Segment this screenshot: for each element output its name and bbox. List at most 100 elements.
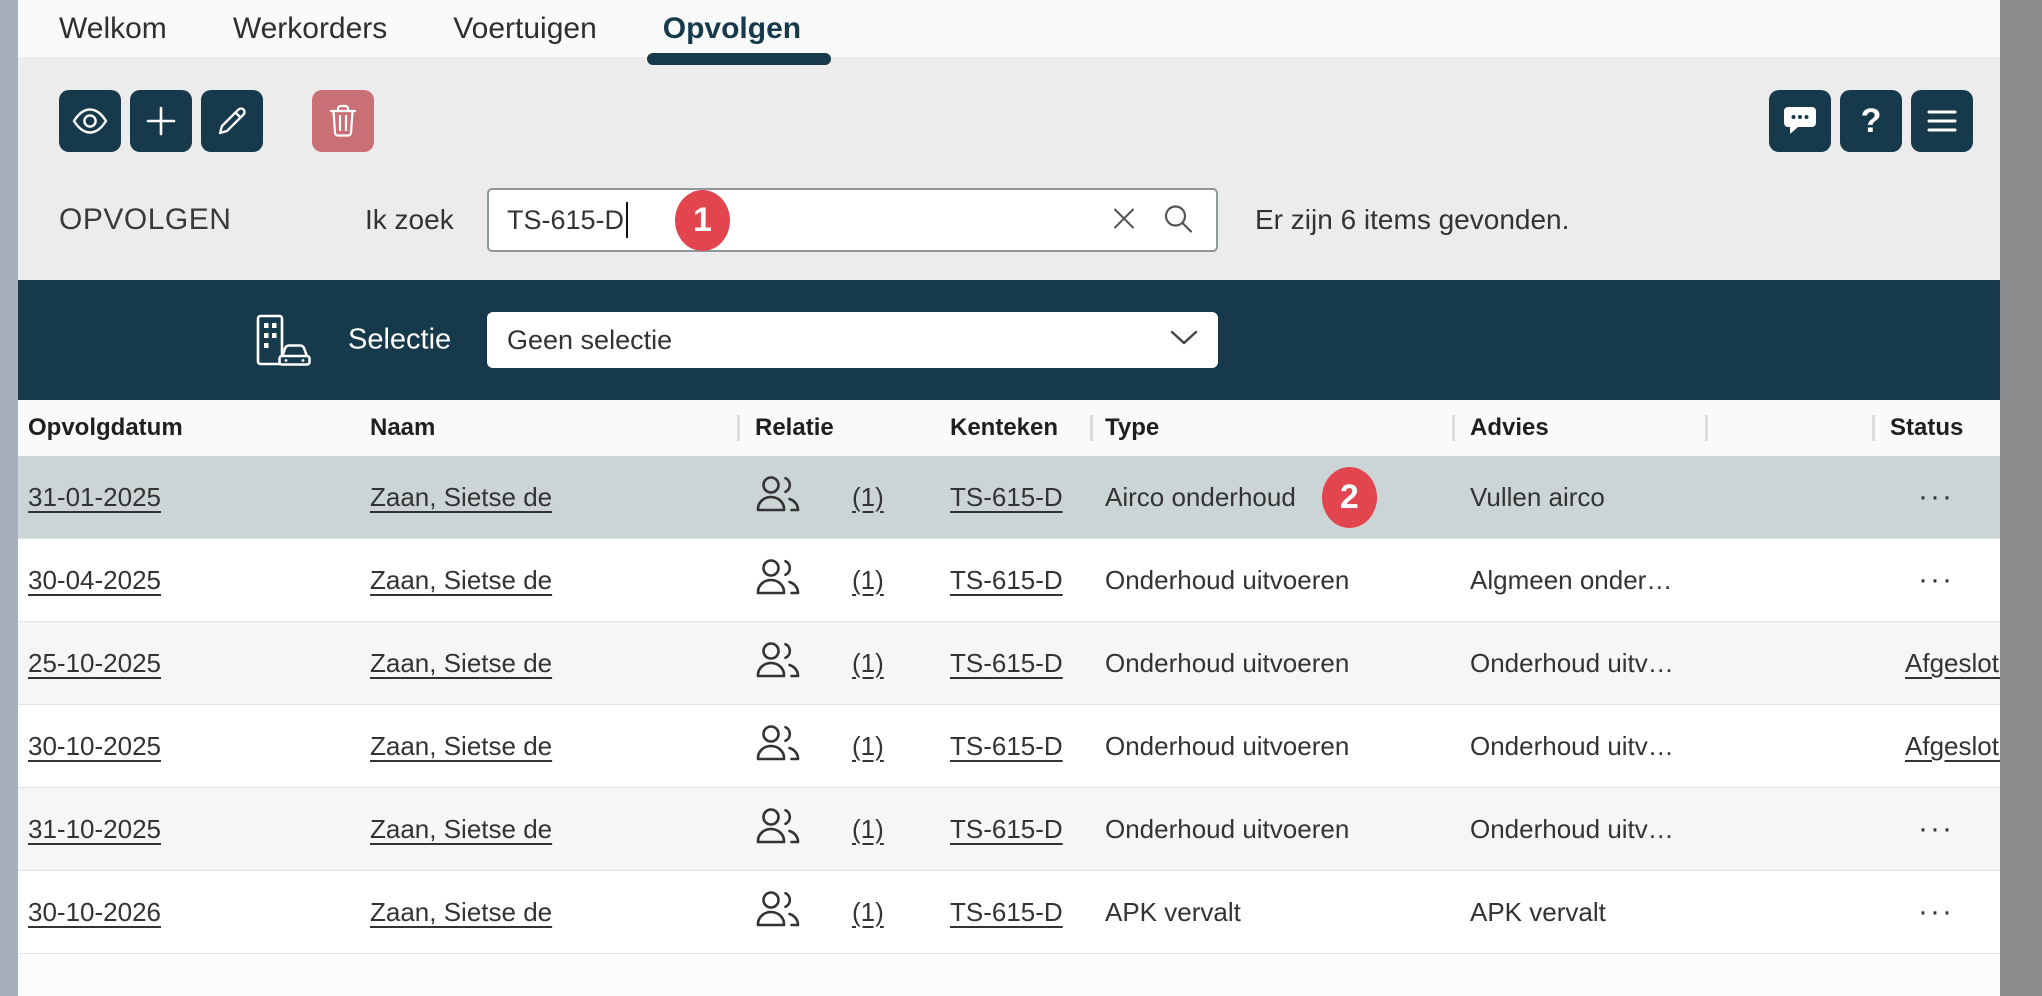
- kenteken-link[interactable]: TS-615-D: [950, 482, 1063, 513]
- window-edge-left: [0, 0, 18, 996]
- annotation-badge-1: 1: [675, 190, 730, 251]
- column-header-naam[interactable]: Naam: [370, 400, 737, 456]
- row-more-button[interactable]: ···: [1872, 563, 2000, 597]
- tab-welkom[interactable]: Welkom: [59, 12, 167, 46]
- column-header-status[interactable]: Status: [1872, 400, 2000, 456]
- building-car-icon: [250, 312, 314, 373]
- type-text: Onderhoud uitvoeren: [1105, 814, 1349, 845]
- plus-icon: [145, 105, 177, 137]
- search-input[interactable]: TS-615-D: [487, 188, 1218, 252]
- people-icon[interactable]: [755, 890, 801, 935]
- help-button[interactable]: ?: [1840, 90, 1902, 152]
- clear-search-button[interactable]: [1110, 205, 1138, 236]
- type-text: Onderhoud uitvoeren: [1105, 731, 1349, 762]
- text-caret: [626, 202, 628, 238]
- naam-link[interactable]: Zaan, Sietse de: [370, 897, 552, 928]
- naam-link[interactable]: Zaan, Sietse de: [370, 482, 552, 513]
- column-divider: [737, 415, 740, 441]
- search-submit-button[interactable]: [1162, 203, 1194, 238]
- status-link[interactable]: Afgesloten: [1872, 731, 2000, 762]
- column-header-opvolgdatum[interactable]: Opvolgdatum: [18, 400, 370, 456]
- main-content: Welkom Werkorders Voertuigen Opvolgen: [18, 0, 2000, 996]
- selection-label: Selectie: [348, 324, 451, 357]
- people-icon[interactable]: [755, 807, 801, 852]
- edit-button[interactable]: [201, 90, 263, 152]
- advies-text: Onderhoud uitv…: [1470, 648, 1674, 679]
- opvolgdatum-link[interactable]: 25-10-2025: [28, 648, 161, 679]
- hamburger-icon: [1926, 109, 1958, 133]
- view-button[interactable]: [59, 90, 121, 152]
- opvolgdatum-link[interactable]: 31-01-2025: [28, 482, 161, 513]
- delete-button[interactable]: [312, 90, 374, 152]
- tab-werkorders[interactable]: Werkorders: [233, 12, 387, 46]
- column-divider: [1705, 415, 1708, 441]
- selection-value: Geen selectie: [507, 325, 1170, 356]
- naam-link[interactable]: Zaan, Sietse de: [370, 565, 552, 596]
- table-row[interactable]: 30-10-2025 Zaan, Sietse de (1) TS-615-D …: [18, 705, 2000, 788]
- opvolgdatum-link[interactable]: 31-10-2025: [28, 814, 161, 845]
- naam-link[interactable]: Zaan, Sietse de: [370, 648, 552, 679]
- row-more-button[interactable]: ···: [1872, 895, 2000, 929]
- column-divider: [1452, 415, 1455, 441]
- relatie-count-link[interactable]: (1): [852, 731, 884, 762]
- column-header-extra[interactable]: [1705, 400, 1872, 456]
- relatie-count-link[interactable]: (1): [852, 565, 884, 596]
- annotation-badge-2: 2: [1322, 467, 1377, 528]
- advies-text: APK vervalt: [1470, 897, 1606, 928]
- search-label: Ik zoek: [365, 204, 454, 236]
- row-more-button[interactable]: ···: [1872, 480, 2000, 514]
- tab-opvolgen[interactable]: Opvolgen: [663, 12, 801, 46]
- results-count-text: Er zijn 6 items gevonden.: [1255, 204, 1569, 236]
- table-body: 31-01-2025 Zaan, Sietse de (1) TS-615-D …: [18, 456, 2000, 954]
- page-title: OPVOLGEN: [59, 203, 231, 237]
- relatie-count-link[interactable]: (1): [852, 814, 884, 845]
- tab-bar: Welkom Werkorders Voertuigen Opvolgen: [18, 0, 2000, 57]
- naam-link[interactable]: Zaan, Sietse de: [370, 731, 552, 762]
- status-link[interactable]: Afgesloten: [1872, 648, 2000, 679]
- eye-icon: [72, 108, 108, 134]
- global-actions: ?: [1769, 90, 1973, 152]
- naam-link[interactable]: Zaan, Sietse de: [370, 814, 552, 845]
- opvolgdatum-link[interactable]: 30-10-2026: [28, 897, 161, 928]
- search-value: TS-615-D: [507, 205, 624, 236]
- row-more-button[interactable]: ···: [1872, 812, 2000, 846]
- selection-dropdown[interactable]: Geen selectie: [487, 312, 1218, 368]
- table-row[interactable]: 30-04-2025 Zaan, Sietse de (1) TS-615-D …: [18, 539, 2000, 622]
- column-divider: [1090, 415, 1093, 441]
- question-icon: ?: [1861, 102, 1882, 141]
- tab-voertuigen[interactable]: Voertuigen: [453, 12, 596, 46]
- column-header-kenteken[interactable]: Kenteken: [950, 400, 1090, 456]
- relatie-count-link[interactable]: (1): [852, 648, 884, 679]
- chevron-down-icon: [1170, 330, 1198, 351]
- column-header-advies[interactable]: Advies: [1452, 400, 1705, 456]
- right-scrollbar-track[interactable]: [2000, 0, 2042, 996]
- people-icon[interactable]: [755, 475, 801, 520]
- type-text: Airco onderhoud: [1105, 482, 1296, 513]
- menu-button[interactable]: [1911, 90, 1973, 152]
- kenteken-link[interactable]: TS-615-D: [950, 897, 1063, 928]
- people-icon[interactable]: [755, 641, 801, 686]
- table-row[interactable]: 25-10-2025 Zaan, Sietse de (1) TS-615-D …: [18, 622, 2000, 705]
- table-row[interactable]: 31-01-2025 Zaan, Sietse de (1) TS-615-D …: [18, 456, 2000, 539]
- table-header-row: OpvolgdatumNaamRelatieKentekenTypeAdvies…: [18, 400, 2000, 456]
- type-text: Onderhoud uitvoeren: [1105, 648, 1349, 679]
- kenteken-link[interactable]: TS-615-D: [950, 648, 1063, 679]
- add-button[interactable]: [130, 90, 192, 152]
- column-header-type[interactable]: Type: [1090, 400, 1452, 456]
- relatie-count-link[interactable]: (1): [852, 897, 884, 928]
- trash-icon: [328, 104, 358, 138]
- kenteken-link[interactable]: TS-615-D: [950, 731, 1063, 762]
- opvolgdatum-link[interactable]: 30-04-2025: [28, 565, 161, 596]
- relatie-count-link[interactable]: (1): [852, 482, 884, 513]
- kenteken-link[interactable]: TS-615-D: [950, 565, 1063, 596]
- kenteken-link[interactable]: TS-615-D: [950, 814, 1063, 845]
- pencil-icon: [216, 105, 248, 137]
- opvolgdatum-link[interactable]: 30-10-2025: [28, 731, 161, 762]
- table-row[interactable]: 30-10-2026 Zaan, Sietse de (1) TS-615-D …: [18, 871, 2000, 954]
- people-icon[interactable]: [755, 558, 801, 603]
- chat-button[interactable]: [1769, 90, 1831, 152]
- table-row[interactable]: 31-10-2025 Zaan, Sietse de (1) TS-615-D …: [18, 788, 2000, 871]
- column-divider: [1872, 415, 1875, 441]
- people-icon[interactable]: [755, 724, 801, 769]
- column-header-relatie[interactable]: Relatie: [737, 400, 950, 456]
